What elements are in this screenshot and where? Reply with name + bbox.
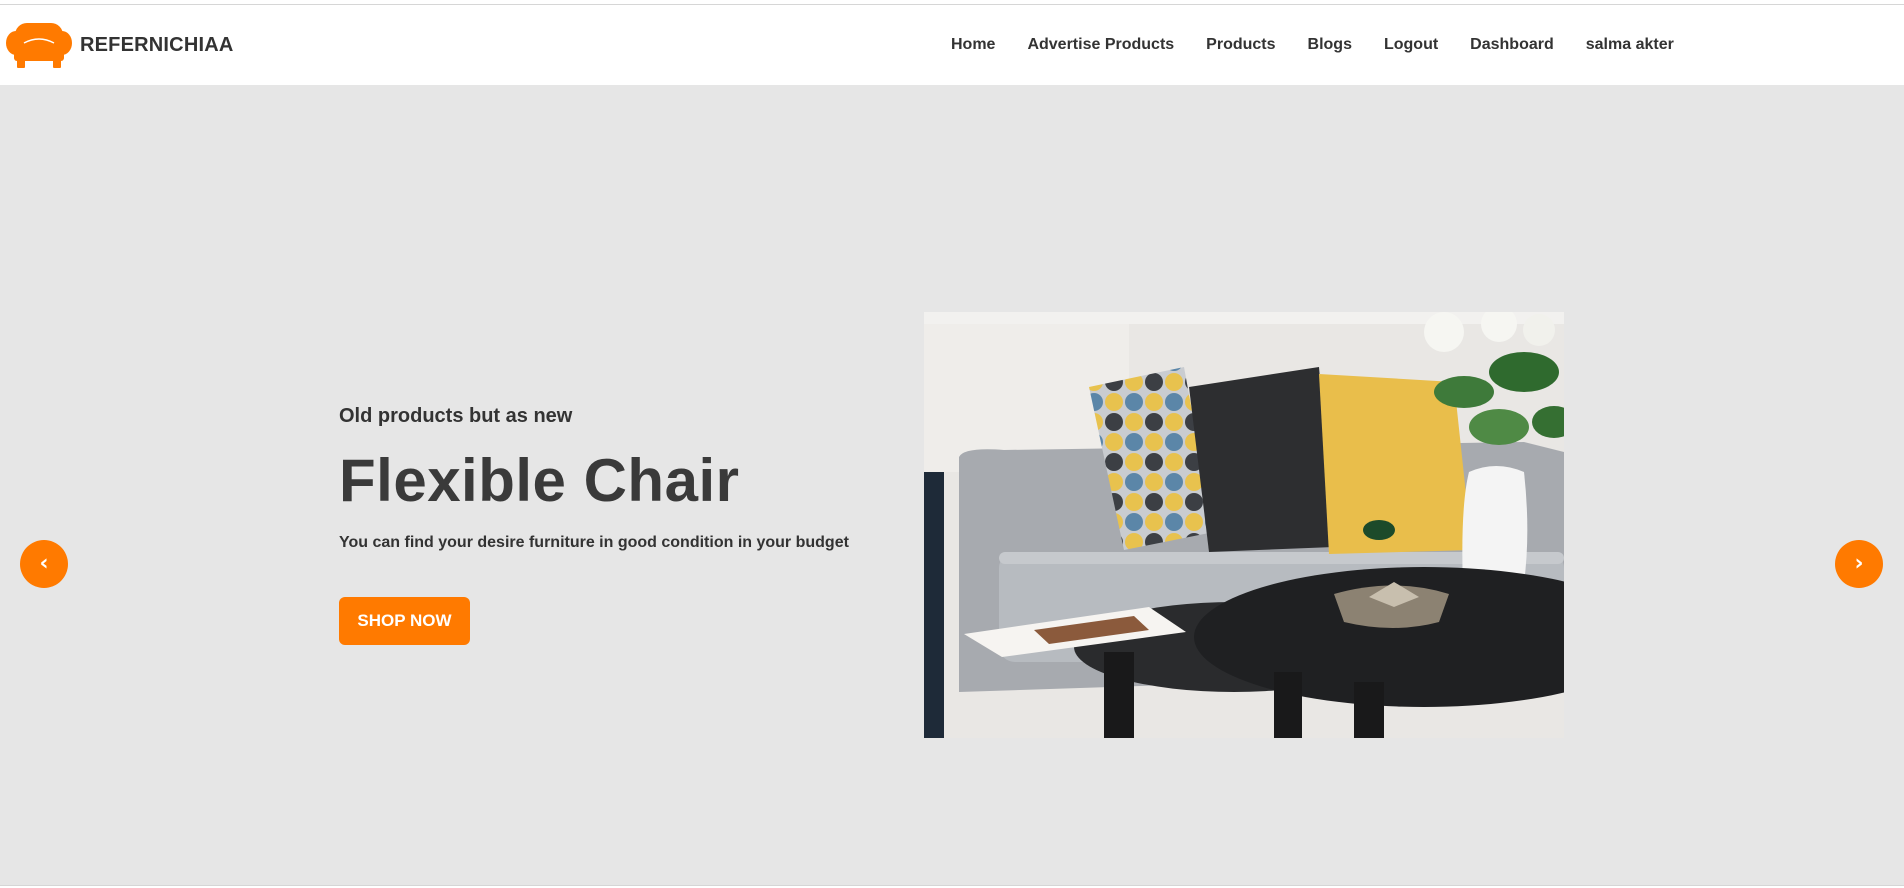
nav-user-name[interactable]: salma akter <box>1586 36 1674 54</box>
chevron-left-icon: ‹ <box>39 551 49 576</box>
main-nav: Home Advertise Products Products Blogs L… <box>951 5 1706 85</box>
nav-dashboard[interactable]: Dashboard <box>1470 36 1554 54</box>
chevron-right-icon: › <box>1854 551 1864 576</box>
hero-eyebrow: Old products but as new <box>339 405 573 427</box>
nav-advertise-products[interactable]: Advertise Products <box>1027 36 1174 54</box>
hero-text: Old products but as new Flexible Chair Y… <box>339 405 939 552</box>
hero-title: Flexible Chair <box>339 447 740 514</box>
armchair-icon <box>6 23 72 68</box>
nav-blogs[interactable]: Blogs <box>1308 36 1352 54</box>
hero-carousel: Old products but as new Flexible Chair Y… <box>0 85 1904 885</box>
carousel-prev-button[interactable]: ‹ <box>20 540 68 588</box>
brand-name: REFERNICHIAA <box>80 33 234 56</box>
navbar: REFERNICHIAA Home Advertise Products Pro… <box>0 5 1904 85</box>
hero-subtitle: You can find your desire furniture in go… <box>339 534 849 551</box>
hero-sofa-image <box>924 312 1564 738</box>
nav-home[interactable]: Home <box>951 36 995 54</box>
shop-now-button[interactable]: SHOP NOW <box>339 597 470 645</box>
carousel-next-button[interactable]: › <box>1835 540 1883 588</box>
brand-link[interactable]: REFERNICHIAA <box>6 21 234 69</box>
nav-products[interactable]: Products <box>1206 36 1275 54</box>
nav-logout[interactable]: Logout <box>1384 36 1438 54</box>
